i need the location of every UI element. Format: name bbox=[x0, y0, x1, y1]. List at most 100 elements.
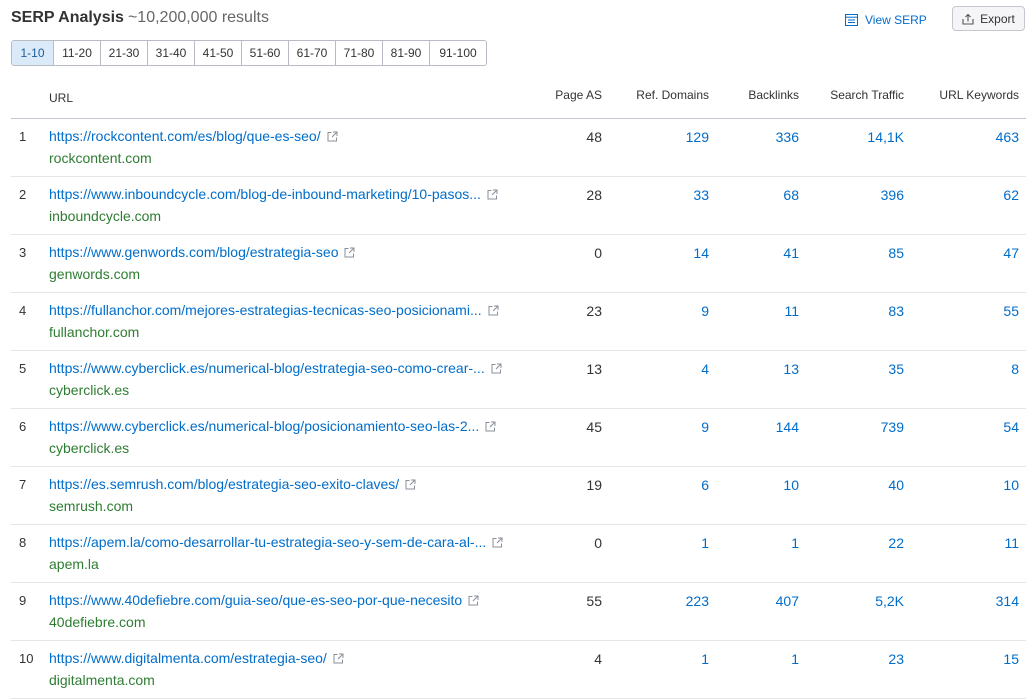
url-keywords-value[interactable]: 11 bbox=[1004, 535, 1019, 551]
result-domain: rockcontent.com bbox=[49, 150, 152, 166]
backlinks-value[interactable]: 68 bbox=[783, 187, 799, 203]
url-keywords-value[interactable]: 463 bbox=[996, 129, 1019, 145]
ref-domains-value[interactable]: 6 bbox=[701, 477, 709, 493]
ref-domains-value[interactable]: 223 bbox=[686, 593, 709, 609]
external-link-icon[interactable] bbox=[487, 189, 498, 200]
external-link-icon[interactable] bbox=[333, 653, 344, 664]
result-url-link[interactable]: https://rockcontent.com/es/blog/que-es-s… bbox=[49, 128, 321, 144]
backlinks-value[interactable]: 144 bbox=[776, 419, 799, 435]
result-domain: 40defiebre.com bbox=[49, 614, 146, 630]
page-61-70[interactable]: 61-70 bbox=[289, 41, 336, 65]
search-traffic-value[interactable]: 739 bbox=[881, 419, 904, 435]
search-traffic-value[interactable]: 22 bbox=[888, 535, 904, 551]
search-traffic-value[interactable]: 40 bbox=[888, 477, 904, 493]
external-link-icon[interactable] bbox=[491, 363, 502, 374]
result-url-link[interactable]: https://fullanchor.com/mejores-estrategi… bbox=[49, 302, 482, 318]
url-cell: https://apem.la/como-desarrollar-tu-estr… bbox=[49, 534, 529, 550]
url-keywords-value[interactable]: 47 bbox=[1003, 245, 1019, 261]
ref-domains-value[interactable]: 1 bbox=[701, 535, 709, 551]
url-keywords-value[interactable]: 10 bbox=[1003, 477, 1019, 493]
page-11-20[interactable]: 11-20 bbox=[54, 41, 101, 65]
column-header-ref-domains[interactable]: Ref. Domains bbox=[636, 88, 709, 102]
backlinks-value[interactable]: 1 bbox=[791, 535, 799, 551]
backlinks-value[interactable]: 407 bbox=[776, 593, 799, 609]
backlinks-value[interactable]: 41 bbox=[783, 245, 799, 261]
search-traffic-value[interactable]: 5,2K bbox=[875, 593, 904, 609]
result-url-link[interactable]: https://www.genwords.com/blog/estrategia… bbox=[49, 244, 338, 260]
column-header-backlinks[interactable]: Backlinks bbox=[748, 88, 799, 102]
url-keywords-value[interactable]: 55 bbox=[1003, 303, 1019, 319]
backlinks-value[interactable]: 11 bbox=[784, 303, 799, 319]
result-domain: apem.la bbox=[49, 556, 99, 572]
page-as-value: 0 bbox=[594, 245, 602, 261]
page-1-10[interactable]: 1-10 bbox=[12, 41, 54, 65]
table-header: URL Page AS Ref. Domains Backlinks Searc… bbox=[11, 76, 1026, 119]
result-url-link[interactable]: https://es.semrush.com/blog/estrategia-s… bbox=[49, 476, 399, 492]
search-traffic-value[interactable]: 396 bbox=[881, 187, 904, 203]
external-link-icon[interactable] bbox=[405, 479, 416, 490]
external-link-icon[interactable] bbox=[485, 421, 496, 432]
search-traffic-value[interactable]: 14,1K bbox=[867, 129, 904, 145]
page-as-value: 48 bbox=[586, 129, 602, 145]
page-51-60[interactable]: 51-60 bbox=[242, 41, 289, 65]
url-keywords-value[interactable]: 54 bbox=[1003, 419, 1019, 435]
result-domain: semrush.com bbox=[49, 498, 134, 514]
view-serp-link[interactable]: View SERP bbox=[845, 11, 927, 29]
row-index: 3 bbox=[19, 245, 27, 260]
page-91-100[interactable]: 91-100 bbox=[430, 41, 486, 65]
url-keywords-value[interactable]: 314 bbox=[996, 593, 1019, 609]
page-31-40[interactable]: 31-40 bbox=[148, 41, 195, 65]
table-row: 5 https://www.cyberclick.es/numerical-blo… bbox=[11, 351, 1026, 409]
url-cell: https://www.cyberclick.es/numerical-blog… bbox=[49, 418, 529, 434]
search-traffic-value[interactable]: 23 bbox=[888, 651, 904, 667]
page-as-value: 23 bbox=[586, 303, 602, 319]
search-traffic-value[interactable]: 83 bbox=[888, 303, 904, 319]
table-row: 2 https://www.inboundcycle.com/blog-de-in… bbox=[11, 177, 1026, 235]
column-header-url-keywords[interactable]: URL Keywords bbox=[939, 88, 1019, 102]
search-traffic-value[interactable]: 85 bbox=[888, 245, 904, 261]
page-41-50[interactable]: 41-50 bbox=[195, 41, 242, 65]
row-index: 7 bbox=[19, 477, 27, 492]
table-row: 3 https://www.genwords.com/blog/estrategi… bbox=[11, 235, 1026, 293]
ref-domains-value[interactable]: 1 bbox=[701, 651, 709, 667]
result-url-link[interactable]: https://apem.la/como-desarrollar-tu-estr… bbox=[49, 534, 486, 550]
backlinks-value[interactable]: 13 bbox=[783, 361, 799, 377]
page-81-90[interactable]: 81-90 bbox=[383, 41, 430, 65]
external-link-icon[interactable] bbox=[488, 305, 499, 316]
external-link-icon[interactable] bbox=[327, 131, 338, 142]
page-21-30[interactable]: 21-30 bbox=[101, 41, 148, 65]
result-url-link[interactable]: https://www.cyberclick.es/numerical-blog… bbox=[49, 418, 479, 434]
external-link-icon[interactable] bbox=[492, 537, 503, 548]
ref-domains-value[interactable]: 9 bbox=[701, 303, 709, 319]
result-url-link[interactable]: https://www.digitalmenta.com/estrategia-… bbox=[49, 650, 327, 666]
backlinks-value[interactable]: 1 bbox=[791, 651, 799, 667]
ref-domains-value[interactable]: 33 bbox=[693, 187, 709, 203]
ref-domains-value[interactable]: 4 bbox=[701, 361, 709, 377]
ref-domains-value[interactable]: 14 bbox=[693, 245, 709, 261]
export-button[interactable]: Export bbox=[952, 6, 1025, 31]
external-link-icon[interactable] bbox=[344, 247, 355, 258]
backlinks-value[interactable]: 10 bbox=[783, 477, 799, 493]
column-header-search-traffic[interactable]: Search Traffic bbox=[830, 88, 904, 102]
ref-domains-value[interactable]: 9 bbox=[701, 419, 709, 435]
url-keywords-value[interactable]: 8 bbox=[1011, 361, 1019, 377]
search-traffic-value[interactable]: 35 bbox=[888, 361, 904, 377]
external-link-icon[interactable] bbox=[468, 595, 479, 606]
result-url-link[interactable]: https://www.cyberclick.es/numerical-blog… bbox=[49, 360, 485, 376]
result-domain: inboundcycle.com bbox=[49, 208, 162, 224]
result-url-link[interactable]: https://www.40defiebre.com/guia-seo/que-… bbox=[49, 592, 462, 608]
page-71-80[interactable]: 71-80 bbox=[336, 41, 383, 65]
url-keywords-value[interactable]: 15 bbox=[1003, 651, 1019, 667]
page-as-value: 13 bbox=[586, 361, 602, 377]
result-domain: genwords.com bbox=[49, 266, 141, 282]
url-cell: https://www.genwords.com/blog/estrategia… bbox=[49, 244, 529, 260]
backlinks-value[interactable]: 336 bbox=[776, 129, 799, 145]
url-keywords-value[interactable]: 62 bbox=[1003, 187, 1019, 203]
column-header-url[interactable]: URL bbox=[49, 91, 73, 105]
result-url-link[interactable]: https://www.inboundcycle.com/blog-de-inb… bbox=[49, 186, 481, 202]
export-upload-icon bbox=[962, 13, 980, 25]
column-header-page-as[interactable]: Page AS bbox=[555, 88, 602, 102]
ref-domains-value[interactable]: 129 bbox=[686, 129, 709, 145]
page-as-value: 28 bbox=[586, 187, 602, 203]
table-row: 4 https://fullanchor.com/mejores-estrateg… bbox=[11, 293, 1026, 351]
